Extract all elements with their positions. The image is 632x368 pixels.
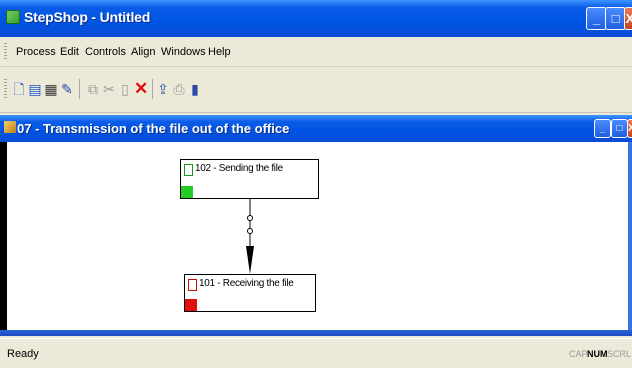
status-bar: Ready CAP NUM SCRL (0, 338, 632, 368)
num-lock-indicator: NUM (587, 349, 608, 359)
new-process-icon[interactable]: 🗋 (12, 81, 26, 97)
status-text: Ready (7, 348, 39, 360)
toolbar-grip (4, 79, 7, 99)
canvas-bottom-border (0, 330, 632, 336)
cut-icon[interactable]: ✂ (102, 81, 116, 97)
open-icon[interactable]: ▤ (28, 81, 42, 97)
window-title: StepShop - Untitled (24, 9, 151, 25)
app-icon (6, 10, 20, 24)
export-icon[interactable]: ⇪ (156, 81, 170, 97)
scroll-lock-indicator: SCRL (607, 349, 632, 359)
application-window: StepShop - Untitled _ □ X Process Edit C… (0, 0, 632, 368)
child-window-title: 07 - Transmission of the file out of the… (17, 121, 290, 136)
connector-origin-circle (247, 215, 253, 221)
child-close-button[interactable]: X (627, 119, 632, 138)
copy-icon[interactable]: ⧉ (86, 81, 100, 97)
status-indicator-red (185, 299, 197, 311)
node-label: 101 - Receiving the file (199, 278, 294, 289)
connector-midpoint-circle (247, 228, 253, 234)
diagram-canvas[interactable]: 102 - Sending the file 101 - Receiving t… (7, 142, 628, 330)
connector-arrowhead (246, 246, 254, 274)
menu-edit[interactable]: Edit (60, 46, 79, 58)
child-minimize-button[interactable]: _ (594, 119, 611, 138)
node-label: 102 - Sending the file (195, 163, 283, 174)
menu-grip (4, 43, 7, 61)
toolbar-separator (152, 79, 153, 99)
close-button[interactable]: X (624, 7, 632, 30)
process-node-101[interactable]: 101 - Receiving the file (184, 274, 316, 312)
properties-icon[interactable]: ✎ (60, 81, 74, 97)
menu-windows[interactable]: Windows (161, 46, 206, 58)
print-icon[interactable]: ⎙ (172, 81, 186, 97)
step-icon (184, 164, 193, 176)
child-maximize-button[interactable]: □ (611, 119, 628, 138)
list-icon[interactable]: ▦ (44, 81, 58, 97)
canvas-right-border (628, 142, 632, 330)
status-indicator-green (181, 186, 193, 198)
child-window-title-bar[interactable]: 07 - Transmission of the file out of the… (0, 115, 632, 142)
maximize-button[interactable]: □ (605, 7, 626, 30)
process-node-102[interactable]: 102 - Sending the file (180, 159, 319, 199)
menu-align[interactable]: Align (131, 46, 155, 58)
minimize-button[interactable]: _ (586, 7, 607, 30)
title-bar[interactable]: StepShop - Untitled _ □ X (0, 0, 632, 37)
canvas-left-border (0, 142, 7, 330)
delete-icon[interactable]: ✕ (134, 80, 148, 97)
menu-help[interactable]: Help (208, 46, 231, 58)
caps-lock-indicator: CAP (569, 349, 588, 359)
menu-controls[interactable]: Controls (85, 46, 126, 58)
step-icon (188, 279, 197, 291)
toolbar: 🗋 ▤ ▦ ✎ ⧉ ✂ ▯ ✕ ⇪ ⎙ ▮ (0, 67, 632, 113)
process-document-icon (4, 121, 16, 133)
toolbar-separator (79, 79, 80, 99)
book-icon[interactable]: ▮ (188, 81, 202, 97)
menu-process[interactable]: Process (16, 46, 56, 58)
menu-bar: Process Edit Controls Align Windows Help (0, 38, 632, 67)
paste-icon[interactable]: ▯ (118, 81, 132, 97)
